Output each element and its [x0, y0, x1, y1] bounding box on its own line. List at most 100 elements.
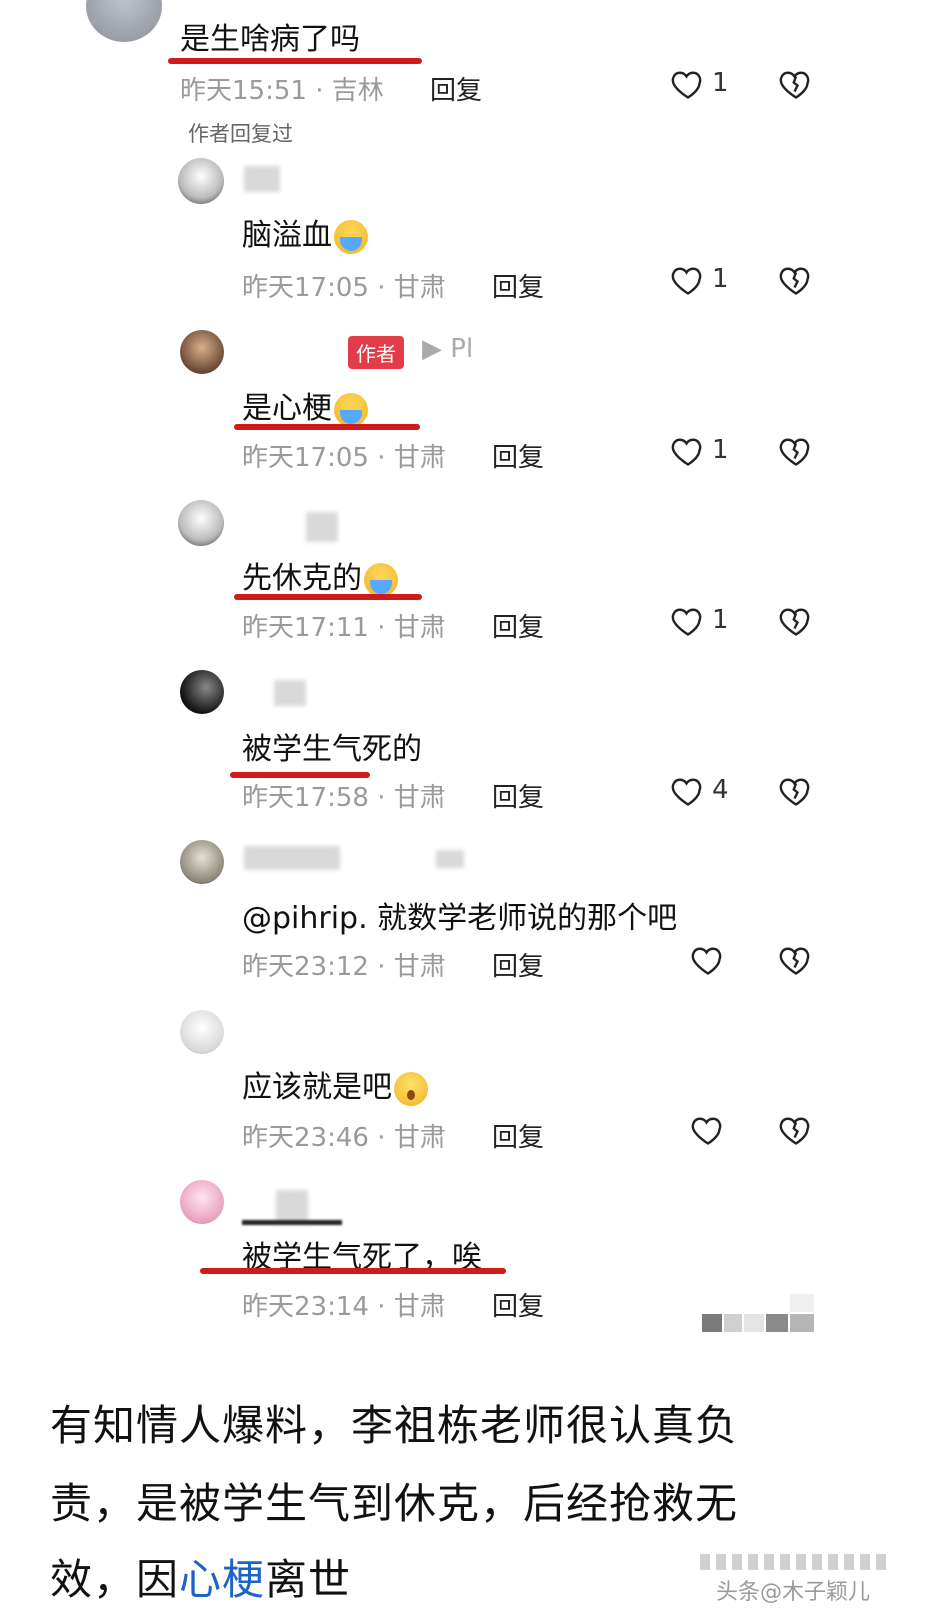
comment-time: 昨天23:12 — [242, 952, 369, 982]
avatar[interactable] — [180, 670, 224, 714]
broken-heart-icon — [779, 778, 810, 806]
watermark-bars — [700, 1554, 886, 1570]
broken-heart-icon — [779, 608, 810, 636]
author-badge: 作者 — [348, 336, 404, 369]
surprised-emoji — [394, 1071, 428, 1106]
comment-location: 甘肃 — [393, 443, 446, 473]
reply-to-user: ▶ Pl — [422, 334, 474, 364]
comment-time: 昨天17:58 — [242, 783, 369, 813]
comment-location: 甘肃 — [393, 1292, 446, 1322]
like-count: 1 — [712, 68, 729, 98]
blurred-username — [274, 680, 306, 706]
comment-text: 应该就是吧 — [242, 1062, 428, 1106]
comment-text-content: 应该就是吧 — [242, 1070, 392, 1105]
pixelated-redaction — [702, 1294, 814, 1334]
reply-button[interactable]: 回复 — [492, 267, 544, 304]
dislike-button[interactable] — [778, 66, 814, 102]
comment-location: 甘肃 — [393, 952, 446, 982]
comment-text: 被学生气死的 — [242, 732, 422, 767]
crying-emoji — [334, 392, 368, 427]
comment-time: 昨天17:05 — [242, 443, 369, 473]
comment-time: 昨天17:05 — [242, 273, 369, 303]
like-button[interactable]: 4 — [670, 773, 730, 813]
footer-line-3-text: 效，因 — [50, 1555, 180, 1604]
broken-heart-icon — [779, 267, 810, 295]
like-button[interactable]: 1 — [670, 433, 730, 473]
dislike-button[interactable] — [778, 603, 814, 639]
comment-time: 昨天17:11 — [242, 613, 369, 643]
comment-meta: 昨天23:46 · 甘肃 — [242, 1123, 446, 1153]
footer-line-2: 责，是被学生气到休克，后经抢救无 — [50, 1479, 739, 1528]
comment-time: 昨天23:46 — [242, 1123, 369, 1153]
like-button[interactable]: 1 — [670, 262, 730, 302]
heart-outline-icon — [671, 778, 702, 806]
reply-button[interactable]: 回复 — [492, 1117, 544, 1154]
broken-heart-icon — [779, 438, 810, 466]
blurred-username — [244, 166, 280, 192]
avatar[interactable] — [178, 500, 224, 546]
comment-location: 甘肃 — [393, 783, 446, 813]
comment-text: 是心梗 — [242, 383, 368, 427]
like-button[interactable]: 1 — [670, 603, 730, 643]
dislike-button[interactable] — [778, 1112, 814, 1148]
watermark-text: 头条@木子颖儿 — [716, 1580, 871, 1605]
footer-keyword-link[interactable]: 心梗 — [179, 1555, 265, 1604]
highlight-underline — [234, 594, 422, 600]
like-button[interactable] — [690, 1112, 730, 1152]
footer-line-3: 效，因心梗离世 — [50, 1546, 351, 1607]
watermark: 头条@木子颖儿 — [700, 1554, 920, 1605]
comment-text: @pihrip. 就数学老师说的那个吧 — [242, 901, 678, 936]
crying-emoji — [364, 562, 398, 597]
comment-location: 吉林 — [331, 76, 384, 106]
avatar[interactable] — [178, 158, 224, 204]
comment-meta: 昨天23:12 · 甘肃 — [242, 952, 446, 982]
highlight-underline — [168, 58, 422, 64]
broken-heart-icon — [779, 1117, 810, 1145]
heart-outline-icon — [671, 438, 702, 466]
comment-text: 先休克的 — [242, 553, 398, 597]
blurred-username — [244, 846, 340, 870]
avatar[interactable] — [180, 330, 224, 374]
highlight-underline — [200, 1268, 506, 1274]
comment-meta: 昨天17:11 · 甘肃 — [242, 613, 446, 643]
comment-meta: 昨天15:51 · 吉林 — [180, 76, 384, 106]
reply-button[interactable]: 回复 — [492, 1286, 544, 1323]
dislike-button[interactable] — [778, 942, 814, 978]
avatar[interactable] — [180, 1180, 224, 1224]
comment-meta: 昨天17:58 · 甘肃 — [242, 783, 446, 813]
reply-button[interactable]: 回复 — [492, 946, 544, 983]
like-button[interactable]: 1 — [670, 66, 730, 106]
dislike-button[interactable] — [778, 773, 814, 809]
comment-time: 昨天23:14 — [242, 1292, 369, 1322]
username-redaction — [242, 1220, 342, 1225]
like-count: 1 — [712, 264, 729, 294]
heart-outline-icon — [671, 267, 702, 295]
comment-location: 甘肃 — [393, 613, 446, 643]
comment-time: 昨天15:51 — [180, 76, 307, 106]
broken-heart-icon — [779, 71, 810, 99]
comment-meta: 昨天17:05 · 甘肃 — [242, 273, 446, 303]
like-button[interactable] — [690, 942, 730, 982]
blurred-username — [276, 1190, 308, 1222]
reply-button[interactable]: 回复 — [492, 607, 544, 644]
comment-location: 甘肃 — [393, 1123, 446, 1153]
avatar[interactable] — [86, 0, 162, 42]
comment-text: 是生啥病了吗 — [180, 22, 360, 57]
reply-button[interactable]: 回复 — [430, 70, 482, 107]
dislike-button[interactable] — [778, 262, 814, 298]
dislike-button[interactable] — [778, 433, 814, 469]
crying-emoji — [334, 219, 368, 254]
comment-meta: 昨天17:05 · 甘肃 — [242, 443, 446, 473]
comment-text-content: 是心梗 — [242, 391, 332, 426]
reply-button[interactable]: 回复 — [492, 777, 544, 814]
avatar[interactable] — [180, 840, 224, 884]
comment-location: 甘肃 — [393, 273, 446, 303]
reply-button[interactable]: 回复 — [492, 437, 544, 474]
comment-text: 脑溢血 — [242, 210, 368, 254]
comment-text-content: 先休克的 — [242, 561, 362, 596]
blurred-username — [436, 850, 464, 868]
like-count: 1 — [712, 605, 729, 635]
avatar[interactable] — [180, 1010, 224, 1054]
footer-line-3-end: 离世 — [265, 1555, 352, 1604]
heart-outline-icon — [691, 947, 722, 975]
